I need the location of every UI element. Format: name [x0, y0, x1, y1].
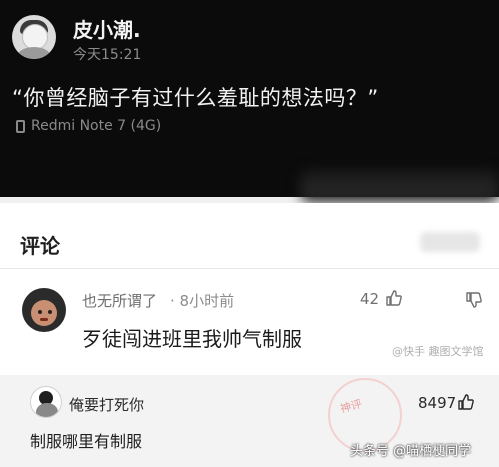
- blurred-overlay: [300, 170, 499, 202]
- post-text: “你曾经脑子有过什么羞耻的想法吗？”: [12, 86, 379, 110]
- thumbs-up-icon[interactable]: [386, 290, 402, 306]
- comment-avatar[interactable]: [22, 288, 66, 332]
- comment-time: · 8小时前: [170, 292, 235, 310]
- device-info: Redmi Note 7 (4G): [16, 118, 161, 134]
- author-avatar[interactable]: [12, 15, 56, 59]
- comments-title: 评论: [20, 234, 60, 258]
- avatar-mouth: [40, 318, 48, 321]
- divider: [0, 268, 499, 269]
- reply-username[interactable]: 俺要打死你: [69, 394, 144, 415]
- device-label: Redmi Note 7 (4G): [31, 118, 162, 134]
- reply-text: 制服哪里有制服: [30, 432, 143, 451]
- thumbs-down-icon[interactable]: [466, 292, 482, 308]
- avatar-eye: [48, 310, 52, 314]
- phone-icon: [16, 119, 25, 133]
- avatar-body: [36, 403, 58, 417]
- source-watermark: @快手 趣图文学馆: [392, 345, 484, 358]
- comment-username[interactable]: 也无所谓了: [82, 290, 157, 311]
- thumbs-up-icon[interactable]: [458, 394, 474, 410]
- reply-like-count: 8497: [418, 394, 457, 412]
- blurred-header-right: [420, 232, 480, 252]
- post-time: 今天15:21: [73, 47, 142, 63]
- avatar-eye: [38, 310, 42, 314]
- post-author-name[interactable]: 皮小潮.: [73, 14, 141, 43]
- comment-text: 歹徒闯进班里我帅气制服: [82, 327, 302, 351]
- comment-like-count: 42: [360, 290, 380, 308]
- avatar-face: [31, 300, 57, 326]
- avatar-body: [17, 47, 51, 59]
- reply-avatar[interactable]: [30, 386, 62, 418]
- footer-watermark: 头条号 @喵栖梗同学: [350, 444, 472, 459]
